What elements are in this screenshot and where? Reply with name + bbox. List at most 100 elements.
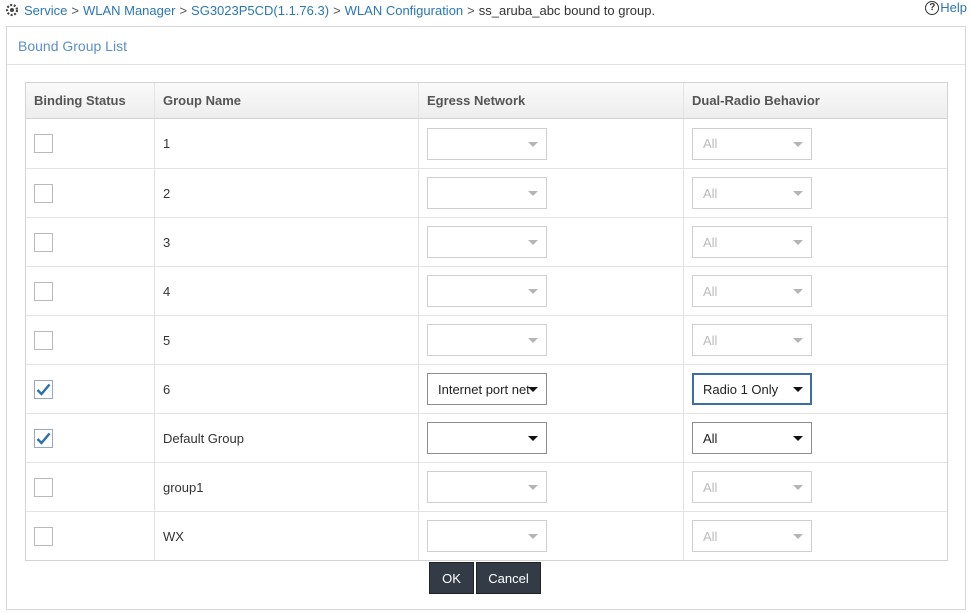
binding-checkbox[interactable] [34,526,53,546]
group-name-cell: Default Group [155,414,419,462]
egress-network-value: Internet port net [438,381,530,397]
column-header-group-name: Group Name [155,83,419,118]
dual-radio-cell: All [684,267,947,315]
binding-checkbox[interactable] [34,330,53,350]
dual-radio-value: All [703,234,718,250]
dual-radio-select[interactable]: All [692,127,812,160]
group-name-cell: 4 [155,267,419,315]
binding-status-cell [26,365,155,413]
group-name-cell: WX [155,512,419,560]
group-name-cell: 2 [155,169,419,217]
chevron-down-icon [528,289,538,294]
dual-radio-select[interactable]: All [692,520,812,552]
breadcrumb: Service > WLAN Manager > SG3023P5CD(1.1.… [4,1,967,19]
breadcrumb-separator: > [179,2,188,18]
table-row: 1 All [26,119,947,168]
dual-radio-select[interactable]: Radio 1 Only [692,373,812,405]
binding-status-cell [26,414,155,462]
dual-radio-select[interactable]: All [692,275,812,307]
chevron-down-icon [793,338,803,343]
chevron-down-icon [793,191,803,196]
egress-network-select[interactable]: Internet port net [427,373,547,405]
binding-checkbox[interactable] [34,281,53,301]
dual-radio-value: All [703,528,718,544]
chevron-down-icon [793,240,803,245]
question-circle-icon: ? [925,0,940,15]
breadcrumb-separator: > [71,2,79,18]
checkmark-icon [36,383,51,396]
chevron-down-icon [528,240,538,245]
breadcrumb-wlan-manager[interactable]: WLAN Manager [83,3,175,18]
binding-checkbox[interactable] [34,134,53,153]
group-name-cell: 6 [155,365,419,413]
egress-network-select[interactable] [427,471,547,503]
dual-radio-value: All [703,136,718,151]
chevron-down-icon [528,191,538,196]
bound-group-panel: Bound Group List Binding Status Group Na… [6,26,966,610]
table-row: WX All [26,511,947,560]
dual-radio-value: All [703,430,718,446]
dual-radio-select[interactable]: All [692,177,812,209]
chevron-down-icon [793,141,803,147]
help-label: Help [940,0,967,15]
binding-checkbox[interactable] [34,183,53,203]
breadcrumb-service[interactable]: Service [24,3,67,18]
group-name-cell: group1 [155,463,419,511]
egress-network-select[interactable] [427,422,547,454]
panel-title: Bound Group List [7,27,965,65]
cancel-button[interactable]: Cancel [476,562,541,594]
dual-radio-cell: All [684,463,947,511]
binding-checkbox[interactable] [34,232,53,252]
action-buttons: OK Cancel [429,562,541,594]
column-header-binding-status: Binding Status [26,83,155,118]
dual-radio-select[interactable]: All [692,422,812,454]
binding-status-cell [26,119,155,168]
group-name: WX [163,528,184,544]
egress-network-select[interactable] [427,275,547,307]
gear-icon [4,2,20,18]
dual-radio-value: All [703,185,718,201]
dual-radio-value: All [703,479,718,495]
chevron-down-icon [528,338,538,343]
egress-network-select[interactable] [427,177,547,209]
dual-radio-select[interactable]: All [692,471,812,503]
egress-network-cell: Internet port net [419,365,684,413]
group-name: 5 [163,332,171,348]
checkmark-icon [36,432,51,445]
bound-group-table: Binding Status Group Name Egress Network… [25,82,948,561]
chevron-down-icon [528,436,538,441]
egress-network-cell [419,463,684,511]
dual-radio-cell: All [684,169,947,217]
binding-checkbox[interactable] [34,477,53,497]
table-header: Binding Status Group Name Egress Network… [26,83,947,119]
chevron-down-icon [528,534,538,539]
group-name: 1 [163,136,171,151]
breadcrumb-separator: > [467,2,475,18]
chevron-down-icon [528,387,538,392]
group-name: 6 [163,381,171,397]
group-name-cell: 5 [155,316,419,364]
binding-status-cell [26,169,155,217]
binding-checkbox[interactable] [34,428,53,448]
table-row: 2 All [26,168,947,217]
egress-network-select[interactable] [427,226,547,258]
dual-radio-select[interactable]: All [692,324,812,356]
breadcrumb-device[interactable]: SG3023P5CD(1.1.76.3) [191,3,329,18]
egress-network-select[interactable] [427,127,547,160]
help-link[interactable]: ? Help [925,0,967,15]
group-name: group1 [163,479,204,495]
breadcrumb-wlan-configuration[interactable]: WLAN Configuration [345,3,464,18]
group-name-cell: 3 [155,218,419,266]
egress-network-cell [419,119,684,168]
egress-network-select[interactable] [427,520,547,552]
ok-button[interactable]: OK [429,562,474,594]
dual-radio-cell: All [684,512,947,560]
breadcrumb-current: ss_aruba_abc bound to group. [478,2,656,18]
dual-radio-cell: All [684,119,947,168]
binding-checkbox[interactable] [34,379,53,399]
chevron-down-icon [793,436,803,441]
binding-status-cell [26,512,155,560]
group-name: Default Group [163,430,244,446]
egress-network-select[interactable] [427,324,547,356]
dual-radio-select[interactable]: All [692,226,812,258]
